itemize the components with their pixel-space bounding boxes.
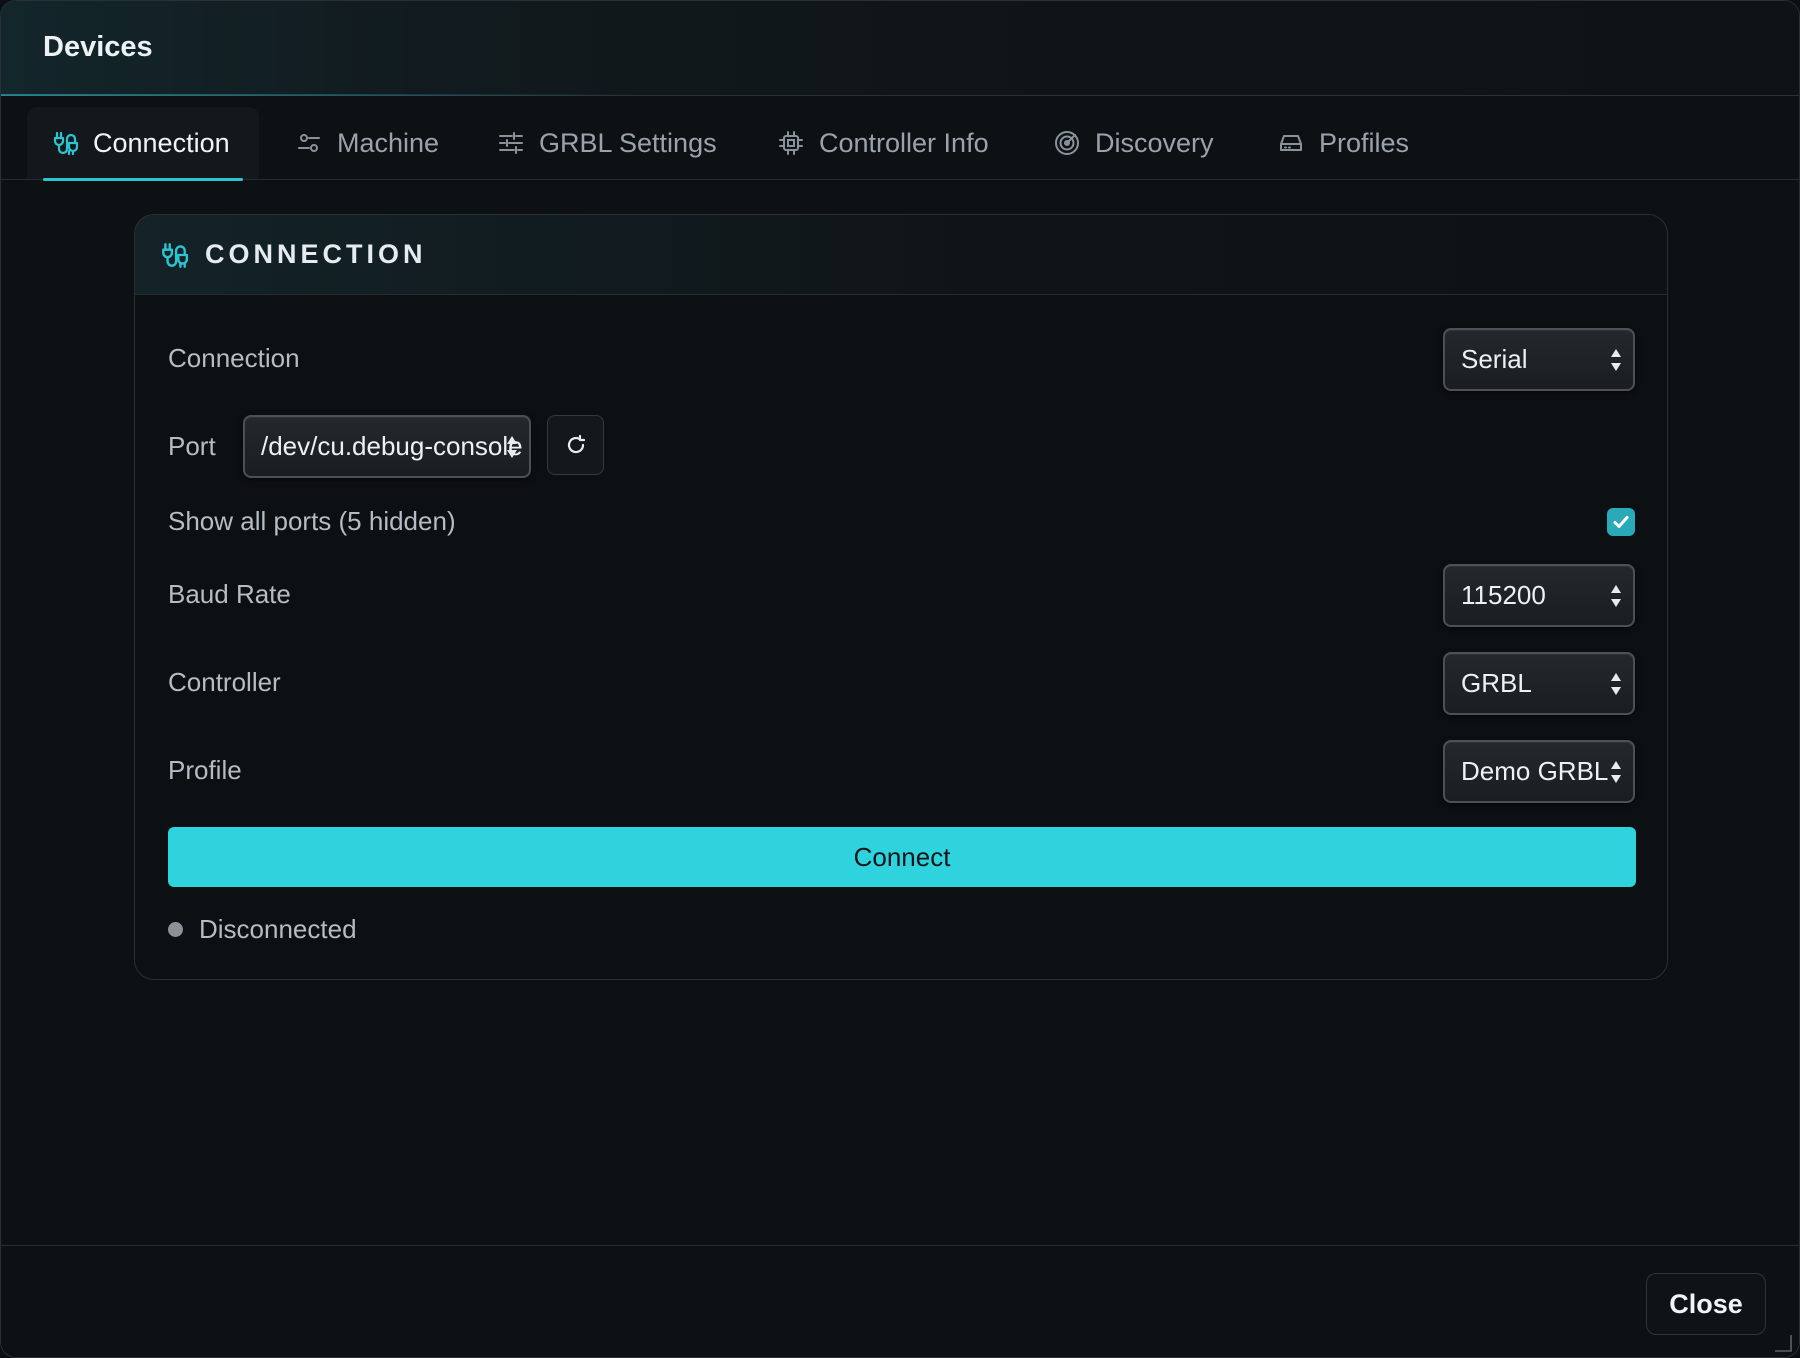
profile-label: Profile	[168, 755, 242, 785]
tab-label: Connection	[93, 127, 230, 158]
select-arrows-icon	[1611, 672, 1621, 695]
connect-button[interactable]: Connect	[168, 827, 1636, 887]
tab-bar: Connection Machine GRBL Settings Control…	[1, 97, 1799, 181]
drive-icon	[1280, 135, 1302, 151]
check-icon	[1613, 516, 1629, 528]
card-title: CONNECTION	[205, 239, 427, 269]
select-value: /dev/cu.debug-console	[261, 431, 523, 461]
connection-label: Connection	[168, 343, 300, 373]
select-value: Demo GRBL	[1461, 756, 1609, 786]
tab-grbl-settings[interactable]: GRBL Settings	[497, 107, 717, 179]
tab-machine[interactable]: Machine	[295, 107, 439, 179]
close-button[interactable]: Close	[1646, 1273, 1766, 1335]
dialog-footer: Close	[1, 1245, 1799, 1357]
select-value: Serial	[1461, 344, 1528, 374]
tab-label: Machine	[337, 127, 440, 158]
profile-select[interactable]: Demo GRBL	[1443, 740, 1635, 803]
refresh-icon	[567, 434, 585, 454]
connection-status: Disconnected	[168, 914, 357, 945]
select-value: GRBL	[1461, 668, 1532, 698]
dialog-titlebar: Devices	[1, 1, 1799, 96]
refresh-ports-button[interactable]	[547, 415, 604, 475]
port-select[interactable]: /dev/cu.debug-console	[243, 415, 531, 478]
tab-label: GRBL Settings	[539, 127, 717, 158]
status-text: Disconnected	[199, 914, 357, 944]
select-arrows-icon	[1611, 348, 1621, 371]
tab-connection[interactable]: Connection	[27, 107, 259, 181]
radar-icon	[1055, 131, 1079, 155]
connection-type-select[interactable]: Serial	[1443, 328, 1635, 391]
select-value: 115200	[1461, 580, 1546, 610]
baud-rate-select[interactable]: 115200	[1443, 564, 1635, 627]
status-dot-icon	[168, 922, 183, 937]
dialog-title: Devices	[43, 31, 153, 63]
resize-grip-icon[interactable]	[1771, 1331, 1793, 1353]
select-arrows-icon	[507, 435, 517, 458]
select-arrows-icon	[1611, 584, 1621, 607]
controller-label: Controller	[168, 667, 281, 697]
show-all-ports-checkbox[interactable]	[1607, 508, 1635, 536]
devices-dialog: Devices Connection Machine GRBL Settings…	[0, 0, 1800, 1358]
show-all-ports-label: Show all ports (5 hidden)	[168, 506, 456, 536]
select-arrows-icon	[1611, 760, 1621, 783]
tab-controller-info[interactable]: Controller Info	[777, 107, 989, 179]
tab-discovery[interactable]: Discovery	[1053, 107, 1214, 179]
connection-card: CONNECTION Connection Serial Port /dev/c…	[134, 214, 1668, 980]
tab-label: Profiles	[1319, 127, 1410, 158]
adjustments-icon	[499, 132, 523, 154]
tab-profiles[interactable]: Profiles	[1277, 107, 1409, 179]
tab-label: Controller Info	[819, 127, 989, 158]
card-header: CONNECTION	[135, 215, 1667, 295]
plug-icon	[53, 131, 79, 156]
sliders-icon	[298, 134, 320, 152]
tab-label: Discovery	[1095, 127, 1214, 158]
plug-icon	[162, 242, 189, 268]
chip-icon	[779, 131, 803, 155]
port-label: Port	[168, 431, 216, 461]
controller-select[interactable]: GRBL	[1443, 652, 1635, 715]
baud-rate-label: Baud Rate	[168, 579, 291, 609]
